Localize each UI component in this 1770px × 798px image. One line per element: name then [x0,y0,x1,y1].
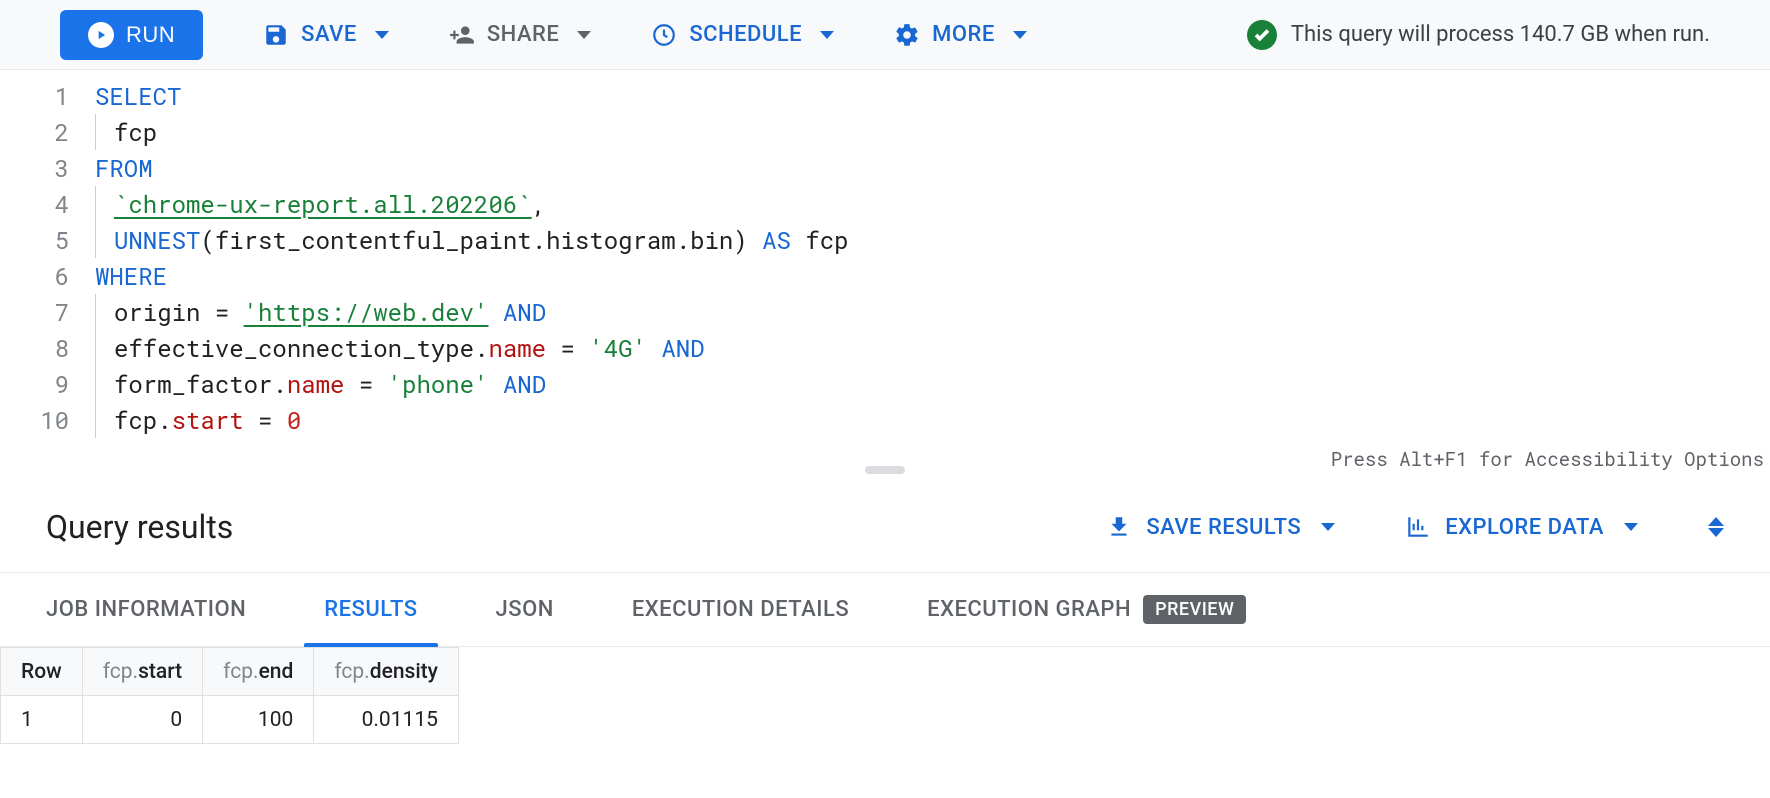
run-label: RUN [126,22,175,48]
tab-results[interactable]: RESULTS [324,595,417,646]
results-table-container: Row fcp.start fcp.end fcp.density 1 0 10… [0,647,1770,744]
save-button[interactable]: SAVE [263,22,389,48]
chevron-down-icon [1013,31,1027,39]
chart-icon [1405,514,1431,540]
schedule-button[interactable]: SCHEDULE [651,22,834,48]
cell-row: 1 [1,696,83,744]
chevron-down-icon [820,31,834,39]
more-button[interactable]: MORE [894,22,1027,48]
chevron-down-icon [375,31,389,39]
share-button[interactable]: SHARE [449,22,592,48]
save-label: SAVE [301,22,357,47]
preview-badge: PREVIEW [1143,595,1246,624]
schedule-label: SCHEDULE [689,22,802,47]
clock-icon [651,22,677,48]
line-gutter: 1 2 3 4 5 6 7 8 9 10 [0,78,95,438]
tab-execution-details[interactable]: EXECUTION DETAILS [632,595,849,646]
column-header-fcp-density[interactable]: fcp.density [314,648,459,696]
save-results-button[interactable]: SAVE RESULTS [1106,514,1335,540]
tab-execution-graph[interactable]: EXECUTION GRAPH PREVIEW [927,595,1246,646]
resize-handle[interactable] [865,466,905,474]
column-header-fcp-start[interactable]: fcp.start [82,648,202,696]
chevron-down-icon [1708,528,1724,537]
results-title: Query results [46,508,233,546]
expand-collapse-button[interactable] [1708,517,1724,537]
cell-fcp-start: 0 [82,696,202,744]
explore-data-label: EXPLORE DATA [1445,515,1604,540]
table-row[interactable]: 1 0 100 0.01115 [1,696,459,744]
code-area[interactable]: SELECT fcp FROM `chrome-ux-report.all.20… [95,78,1770,438]
query-status: This query will process 140.7 GB when ru… [1247,20,1710,50]
tab-job-information[interactable]: JOB INFORMATION [46,595,246,646]
run-button[interactable]: RUN [60,10,203,60]
save-results-label: SAVE RESULTS [1146,515,1301,540]
explore-data-button[interactable]: EXPLORE DATA [1405,514,1638,540]
gear-icon [894,22,920,48]
query-toolbar: RUN SAVE SHARE SCHEDULE MORE This query … [0,0,1770,70]
cell-fcp-end: 100 [203,696,314,744]
tab-json[interactable]: JSON [496,595,554,646]
results-header: Query results SAVE RESULTS EXPLORE DATA [0,478,1770,573]
chevron-down-icon [577,31,591,39]
results-tabs: JOB INFORMATION RESULTS JSON EXECUTION D… [0,573,1770,647]
more-label: MORE [932,22,995,47]
accessibility-hint: Press Alt+F1 for Accessibility Options [1331,442,1764,478]
save-icon [263,22,289,48]
play-icon [88,22,114,48]
download-icon [1106,514,1132,540]
chevron-up-icon [1708,517,1724,526]
status-text: This query will process 140.7 GB when ru… [1291,22,1710,47]
chevron-down-icon [1321,523,1335,531]
results-table: Row fcp.start fcp.end fcp.density 1 0 10… [0,647,459,744]
cell-fcp-density: 0.01115 [314,696,459,744]
person-add-icon [449,22,475,48]
chevron-down-icon [1624,523,1638,531]
share-label: SHARE [487,22,560,47]
check-circle-icon [1247,20,1277,50]
table-header-row: Row fcp.start fcp.end fcp.density [1,648,459,696]
sql-editor[interactable]: 1 2 3 4 5 6 7 8 9 10 SELECT fcp FROM `ch… [0,70,1770,478]
column-header-row[interactable]: Row [1,648,83,696]
column-header-fcp-end[interactable]: fcp.end [203,648,314,696]
